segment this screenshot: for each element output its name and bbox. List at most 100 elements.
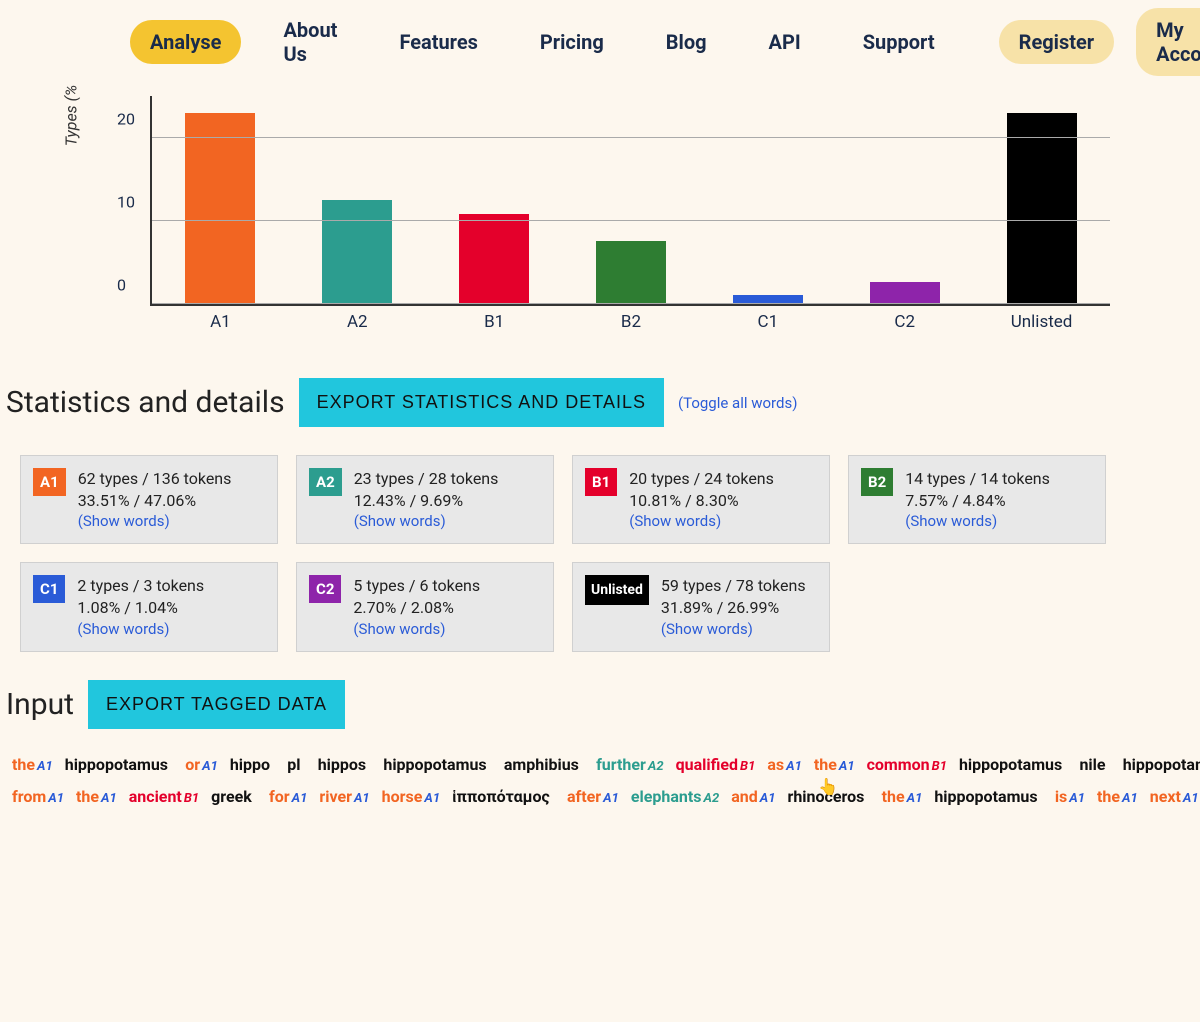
nav-support[interactable]: Support xyxy=(843,20,955,64)
chart-ytick: 0 xyxy=(117,276,126,295)
chart-bar-b2 xyxy=(596,241,666,304)
token[interactable]: nile xyxy=(1079,755,1105,774)
card-line2: 7.57% / 4.84% xyxy=(905,490,1050,512)
token[interactable]: hippopotamus xyxy=(934,787,1037,806)
card-line2: 1.08% / 1.04% xyxy=(77,597,204,619)
token[interactable]: the xyxy=(814,755,837,774)
token[interactable]: as xyxy=(767,755,784,774)
token[interactable]: ἱπποπόταμος xyxy=(452,787,550,806)
token-level: A1 xyxy=(354,791,370,806)
stat-card-b1: B120 types / 24 tokens10.81% / 8.30%(Sho… xyxy=(572,455,830,544)
stat-card-a1: A162 types / 136 tokens33.51% / 47.06%(S… xyxy=(20,455,278,544)
stats-title: Statistics and details xyxy=(6,385,285,420)
token[interactable]: and xyxy=(731,787,758,806)
toggle-all-words-link[interactable]: (Toggle all words) xyxy=(678,394,797,412)
token[interactable]: rhinoceros xyxy=(787,787,864,806)
card-line2: 10.81% / 8.30% xyxy=(629,490,774,512)
nav-analyse[interactable]: Analyse xyxy=(130,20,241,64)
level-badge: C2 xyxy=(309,575,341,603)
chart-ytick: 20 xyxy=(117,109,135,128)
export-tagged-button[interactable]: EXPORT TAGGED DATA xyxy=(88,680,345,729)
chart-bar-unlisted xyxy=(1007,113,1077,304)
token-level: A1 xyxy=(1069,791,1085,806)
card-line1: 59 types / 78 tokens xyxy=(661,575,806,597)
show-words-link[interactable]: (Show words) xyxy=(661,619,806,639)
token-level: A1 xyxy=(1122,791,1138,806)
token-level: A1 xyxy=(101,791,117,806)
input-section-head: Input EXPORT TAGGED DATA xyxy=(0,668,1200,741)
card-line2: 33.51% / 47.06% xyxy=(78,490,232,512)
chart-xtick: B2 xyxy=(563,312,700,332)
nav-pricing[interactable]: Pricing xyxy=(520,20,624,64)
nav-features[interactable]: Features xyxy=(379,20,497,64)
chart-xtick: C1 xyxy=(699,312,836,332)
input-title: Input xyxy=(6,687,74,722)
token[interactable]: qualified xyxy=(676,755,738,774)
level-badge: A1 xyxy=(33,468,66,496)
token[interactable]: hippos xyxy=(318,755,366,774)
token[interactable]: hippopotamus xyxy=(383,755,486,774)
export-stats-button[interactable]: EXPORT STATISTICS AND DETAILS xyxy=(299,378,664,427)
chart-xtick: C2 xyxy=(836,312,973,332)
show-words-link[interactable]: (Show words) xyxy=(77,619,204,639)
token[interactable]: amphibius xyxy=(504,755,579,774)
token[interactable]: further xyxy=(596,755,646,774)
token[interactable]: for xyxy=(269,787,290,806)
chart-xtick: A2 xyxy=(289,312,426,332)
nav-blog[interactable]: Blog xyxy=(646,20,727,64)
show-words-link[interactable]: (Show words) xyxy=(905,511,1050,531)
tagged-text: theA1hippopotamus orA1hippo pl hippos hi… xyxy=(0,741,1200,853)
token[interactable]: the xyxy=(1097,787,1120,806)
stat-card-b2: B2 14 types / 14 tokens7.57% / 4.84%(Show… xyxy=(848,455,1106,544)
card-line1: 20 types / 24 tokens xyxy=(629,468,774,490)
level-badge: Unlisted xyxy=(585,575,649,605)
token[interactable]: hippo xyxy=(230,755,270,774)
token-level: A1 xyxy=(37,759,53,774)
token[interactable]: horse xyxy=(382,787,423,806)
chart-bar-b1 xyxy=(459,214,529,304)
stat-card-unlisted: Unlisted 59 types / 78 tokens31.89% / 26.… xyxy=(572,562,830,651)
token-level: A1 xyxy=(1183,791,1199,806)
token[interactable]: greek xyxy=(211,787,252,806)
token[interactable]: the xyxy=(76,787,99,806)
types-bar-chart: Types (% A1A2B1B2C1C2Unlisted 01020 xyxy=(150,96,1140,336)
show-words-link[interactable]: (Show words) xyxy=(629,511,774,531)
level-badge: A2 xyxy=(309,468,342,496)
token[interactable]: hippopotamus xyxy=(959,755,1062,774)
nav-about[interactable]: About Us xyxy=(263,8,357,76)
token[interactable]: pl xyxy=(287,755,300,774)
chart-ytick: 10 xyxy=(117,192,135,211)
token[interactable]: or xyxy=(185,755,200,774)
token[interactable]: river xyxy=(319,787,352,806)
token[interactable]: common xyxy=(867,755,930,774)
nav-api[interactable]: API xyxy=(749,20,821,64)
show-words-link[interactable]: (Show words) xyxy=(354,511,499,531)
card-line1: 5 types / 6 tokens xyxy=(353,575,480,597)
card-line1: 2 types / 3 tokens xyxy=(77,575,204,597)
level-badge: B2 xyxy=(861,468,893,496)
token-level: A1 xyxy=(786,759,802,774)
token[interactable]: is xyxy=(1055,787,1067,806)
card-line2: 31.89% / 26.99% xyxy=(661,597,806,619)
token-level: A1 xyxy=(907,791,923,806)
token[interactable]: next xyxy=(1150,787,1181,806)
top-nav: Analyse About Us Features Pricing Blog A… xyxy=(0,0,1200,96)
token-level: A1 xyxy=(292,791,308,806)
card-line2: 12.43% / 9.69% xyxy=(354,490,499,512)
token-level: B1 xyxy=(740,759,755,774)
token[interactable]: the xyxy=(882,787,905,806)
token[interactable]: hippopotamus xyxy=(1123,755,1200,774)
chart-xtick: Unlisted xyxy=(973,312,1110,332)
token-level: B1 xyxy=(184,791,199,806)
token[interactable]: hippopotamus xyxy=(65,755,168,774)
stats-section-head: Statistics and details EXPORT STATISTICS… xyxy=(0,366,1200,439)
token[interactable]: the xyxy=(12,755,35,774)
show-words-link[interactable]: (Show words) xyxy=(353,619,480,639)
nav-account[interactable]: My Account xyxy=(1136,8,1200,76)
token[interactable]: ancient xyxy=(129,787,182,806)
show-words-link[interactable]: (Show words) xyxy=(78,511,232,531)
nav-register[interactable]: Register xyxy=(999,20,1115,64)
token[interactable]: elephants xyxy=(631,787,702,806)
card-line1: 14 types / 14 tokens xyxy=(905,468,1050,490)
token[interactable]: after xyxy=(567,787,601,806)
